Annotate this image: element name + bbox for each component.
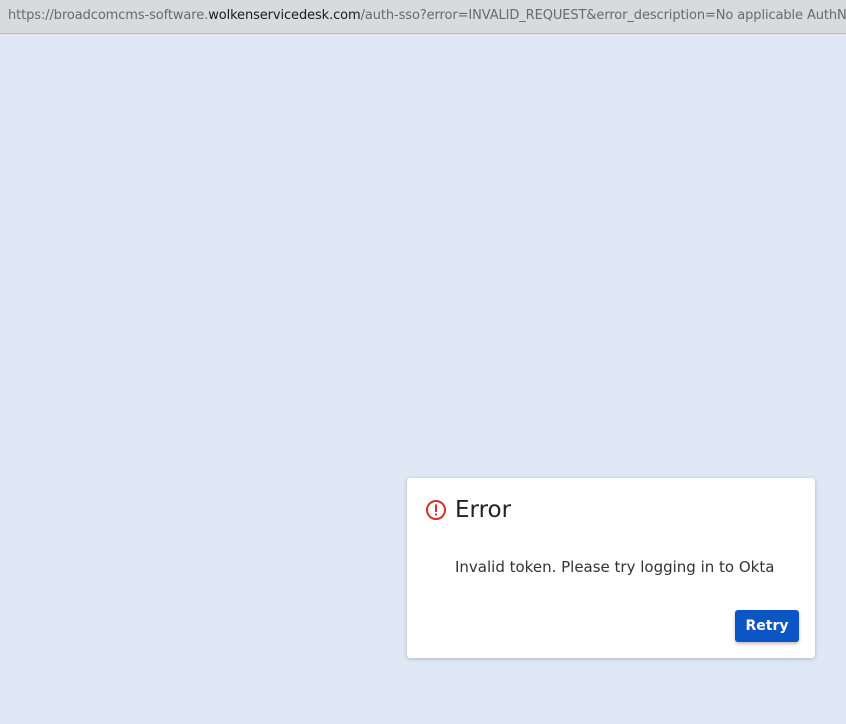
address-bar[interactable]: https://broadcomcms-software.wolkenservi… <box>0 0 846 34</box>
retry-button[interactable]: Retry <box>735 610 799 642</box>
error-circle-icon <box>426 500 446 520</box>
url-path: /auth-sso?error=INVALID_REQUEST&error_de… <box>360 8 846 23</box>
error-dialog: Error Invalid token. Please try logging … <box>407 478 815 658</box>
url-text[interactable]: https://broadcomcms-software.wolkenservi… <box>8 8 846 24</box>
dialog-title: Error <box>455 497 512 523</box>
url-domain: wolkenservicedesk.com <box>208 8 361 23</box>
dialog-message: Invalid token. Please try logging in to … <box>455 558 775 576</box>
url-prefix: https://broadcomcms-software. <box>8 8 209 23</box>
